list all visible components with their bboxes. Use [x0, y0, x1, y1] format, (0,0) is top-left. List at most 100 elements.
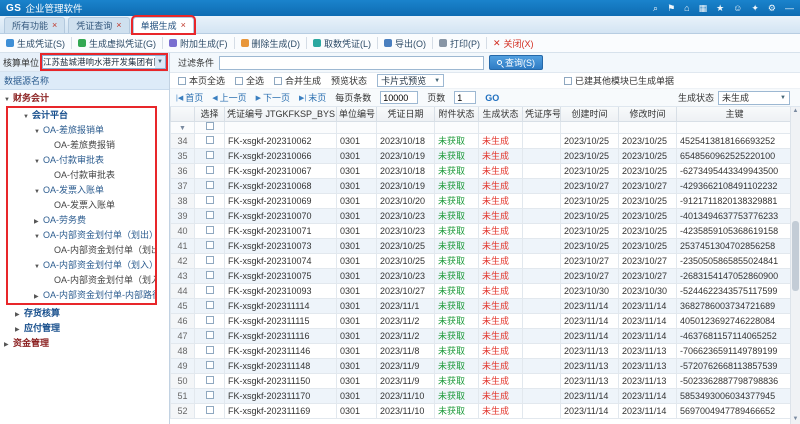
tree-item[interactable]: ▶OA-劳务费	[8, 213, 155, 228]
table-row[interactable]: 43FK-xsgkf-20231007503012023/10/23未获取未生成…	[171, 268, 793, 283]
column-header-vno[interactable]: 凭证编号 JTGKFKSP_BYS	[225, 107, 337, 121]
chevron-right-icon[interactable]: ▶	[34, 215, 43, 228]
filter-cell-unit[interactable]	[337, 121, 377, 133]
row-checkbox[interactable]	[206, 346, 214, 354]
row-checkbox[interactable]	[206, 331, 214, 339]
column-header-sel[interactable]: 选择	[195, 107, 225, 121]
tree-item[interactable]: ▼OA-差旅报销单	[8, 123, 155, 138]
filter-cell-mtime[interactable]	[619, 121, 677, 133]
column-header-gen[interactable]: 生成状态	[479, 107, 523, 121]
row-checkbox[interactable]	[206, 256, 214, 264]
filter-cell-ctime[interactable]	[561, 121, 619, 133]
row-checkbox[interactable]	[206, 361, 214, 369]
append-generate-button[interactable]: 附加生成(F)	[169, 37, 228, 50]
minimize-icon[interactable]: —	[785, 0, 794, 16]
row-checkbox[interactable]	[206, 301, 214, 309]
delete-generate-button[interactable]: 删除生成(D)	[241, 37, 301, 50]
home-icon[interactable]: ⌂	[684, 0, 689, 16]
scroll-up-icon[interactable]: ▲	[791, 107, 800, 116]
table-row[interactable]: 48FK-xsgkf-20231114603012023/11/8未获取未生成2…	[171, 343, 793, 358]
flag-icon[interactable]: ⚑	[667, 0, 675, 16]
generate-virtual-voucher-button[interactable]: 生成虚拟凭证(G)	[78, 37, 156, 50]
row-checkbox[interactable]	[206, 316, 214, 324]
chevron-down-icon[interactable]: ▼	[34, 125, 43, 138]
apps-grid-icon[interactable]: ▦	[699, 0, 708, 16]
chevron-right-icon[interactable]: ▶	[15, 323, 24, 336]
generate-status-select[interactable]: 未生成 ▼	[718, 91, 790, 105]
search-button[interactable]: 查询(S)	[489, 55, 543, 70]
pin-icon[interactable]: ✦	[751, 0, 759, 16]
row-checkbox[interactable]	[206, 391, 214, 399]
row-checkbox[interactable]	[206, 376, 214, 384]
page-number-input[interactable]	[454, 91, 476, 104]
table-row[interactable]: 46FK-xsgkf-20231111503012023/11/2未获取未生成2…	[171, 313, 793, 328]
prev-page-button[interactable]: ◀ 上一页	[212, 91, 246, 104]
star-icon[interactable]: ★	[716, 0, 724, 16]
chevron-right-icon[interactable]: ▶	[34, 290, 43, 303]
tree-item[interactable]: ▶OA-内部资金划付单-内部路径	[8, 288, 155, 303]
column-header-vseq[interactable]: 凭证序号	[523, 107, 561, 121]
tab-close-icon[interactable]: ×	[116, 21, 121, 30]
table-row[interactable]: 38FK-xsgkf-20231006903012023/10/20未获取未生成…	[171, 193, 793, 208]
tree-item[interactable]: ▶资金管理	[0, 336, 169, 351]
table-row[interactable]: 42FK-xsgkf-20231007403012023/10/25未获取未生成…	[171, 253, 793, 268]
chevron-right-icon[interactable]: ▶	[4, 338, 13, 351]
column-header-vdate[interactable]: 凭证日期	[377, 107, 435, 121]
tree-item[interactable]: ▼OA-发票入账单	[8, 183, 155, 198]
generate-voucher-button[interactable]: 生成凭证(S)	[6, 37, 65, 50]
export-button[interactable]: 导出(O)	[384, 37, 426, 50]
row-checkbox[interactable]	[206, 181, 214, 189]
tree-item[interactable]: OA-内部资金划付单（划出单位凭证）	[8, 243, 155, 258]
table-row[interactable]: 52FK-xsgkf-20231116903012023/11/10未获取未生成…	[171, 403, 793, 418]
table-row[interactable]: 44FK-xsgkf-20231009303012023/10/27未获取未生成…	[171, 283, 793, 298]
chevron-right-icon[interactable]: ▶	[15, 308, 24, 321]
next-page-button[interactable]: ▶ 下一页	[256, 91, 290, 104]
filter-cell-vdate[interactable]	[377, 121, 435, 133]
row-checkbox[interactable]	[206, 166, 214, 174]
scroll-down-icon[interactable]: ▼	[791, 415, 800, 424]
filter-funnel-icon[interactable]: ▼	[179, 125, 186, 132]
tree-item[interactable]: ▼会计平台	[8, 108, 155, 123]
close-button[interactable]: ✕关闭(X)	[493, 37, 534, 50]
first-page-button[interactable]: |◀ 首页	[176, 91, 203, 104]
scrollbar-thumb[interactable]	[792, 221, 799, 291]
table-row[interactable]: 41FK-xsgkf-20231007303012023/10/25未获取未生成…	[171, 238, 793, 253]
tree-item[interactable]: ▼OA-内部资金划付单（划入）	[8, 258, 155, 273]
filter-cell-pk[interactable]	[677, 121, 793, 133]
row-checkbox[interactable]	[206, 151, 214, 159]
filter-cell-gen[interactable]	[479, 121, 523, 133]
chevron-down-icon[interactable]: ▼	[34, 155, 43, 168]
filter-cell-vno[interactable]	[225, 121, 337, 133]
preview-mode-select[interactable]: 卡片式预览 ▼	[377, 74, 444, 87]
table-row[interactable]: 47FK-xsgkf-20231111603012023/11/2未获取未生成2…	[171, 328, 793, 343]
select-page-checkbox[interactable]: 本页全选	[178, 74, 225, 87]
filter-input[interactable]	[219, 56, 484, 70]
chevron-down-icon[interactable]: ▼	[23, 110, 32, 123]
row-checkbox[interactable]	[206, 136, 214, 144]
select-all-checkbox[interactable]: 全选	[235, 74, 264, 87]
select-all-rows-checkbox[interactable]	[206, 122, 214, 130]
tree-item[interactable]: OA-发票入账单	[8, 198, 155, 213]
tab-close-icon[interactable]: ×	[181, 21, 186, 30]
table-row[interactable]: 35FK-xsgkf-20231006603012023/10/19未获取未生成…	[171, 148, 793, 163]
column-header-attach[interactable]: 附件状态	[435, 107, 479, 121]
merge-generate-checkbox[interactable]: 合并生成	[274, 74, 321, 87]
row-checkbox[interactable]	[206, 271, 214, 279]
table-row[interactable]: 36FK-xsgkf-20231006703012023/10/18未获取未生成…	[171, 163, 793, 178]
print-button[interactable]: 打印(P)	[439, 37, 480, 50]
search-icon[interactable]: ⌕	[653, 0, 658, 16]
settings-gear-icon[interactable]: ⚙	[768, 0, 776, 16]
tree-item[interactable]: ▶应付管理	[0, 321, 169, 336]
tree-item[interactable]: OA-内部资金划付单（划入单位凭证）	[8, 273, 155, 288]
tab-2[interactable]: 凭证查询×	[68, 17, 129, 33]
vertical-scrollbar[interactable]: ▲ ▼	[790, 107, 800, 424]
row-checkbox[interactable]	[206, 286, 214, 294]
fetch-voucher-button[interactable]: 取数凭证(L)	[313, 37, 371, 50]
table-row[interactable]: 34FK-xsgkf-20231006203012023/10/18未获取未生成…	[171, 133, 793, 148]
row-checkbox[interactable]	[206, 406, 214, 414]
accounting-unit-select[interactable]: 江苏盐城港响水港开发集团有限公司 ▼	[42, 55, 166, 69]
row-checkbox[interactable]	[206, 241, 214, 249]
tree-item[interactable]: ▼财务会计	[0, 91, 169, 106]
last-page-button[interactable]: ▶| 末页	[299, 91, 326, 104]
table-row[interactable]: 39FK-xsgkf-20231007003012023/10/23未获取未生成…	[171, 208, 793, 223]
